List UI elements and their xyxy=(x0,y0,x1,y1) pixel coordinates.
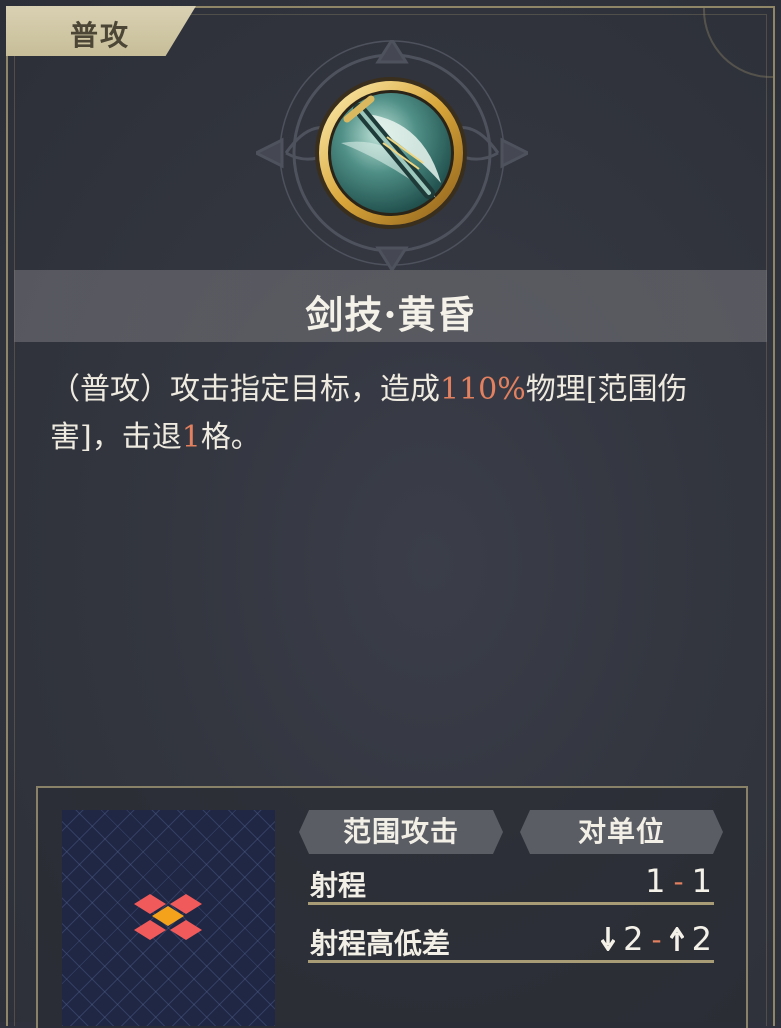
range-min: 1 xyxy=(645,862,666,900)
skill-description: （普攻）攻击指定目标，造成110%物理[范围伤害]，击退1格。 xyxy=(50,366,730,462)
skill-detail-panel: 普攻 剑技·黄昏 （普攻）攻击指定目标，造成110%物理[范围伤害]，击退1格。… xyxy=(0,0,781,1028)
height-diff-value: 2 - 2 xyxy=(601,920,712,958)
skill-type-label: 普攻 xyxy=(70,19,131,52)
height-up-value: 2 xyxy=(691,920,712,958)
height-separator: - xyxy=(651,922,662,956)
sword-slash-icon xyxy=(315,77,467,229)
target-type-chip: 对单位 xyxy=(520,810,723,854)
knockback-value: 1 xyxy=(181,420,201,455)
arrow-up-icon xyxy=(669,927,684,951)
height-down-value: 2 xyxy=(623,920,644,958)
arrow-down-icon xyxy=(601,927,616,951)
desc-part-1: （普攻）攻击指定目标，造成 xyxy=(50,372,440,407)
range-max: 1 xyxy=(691,862,712,900)
range-separator: - xyxy=(673,864,684,898)
desc-part-3: 格。 xyxy=(200,420,261,455)
range-value: 1 - 1 xyxy=(645,862,712,900)
height-diff-row: 射程高低差 2 - 2 xyxy=(308,920,714,963)
attack-range-shape-icon xyxy=(134,894,202,940)
area-attack-chip: 范围攻击 xyxy=(299,810,503,854)
height-diff-label: 射程高低差 xyxy=(310,927,451,960)
damage-percent: 110% xyxy=(440,372,526,407)
range-label: 射程 xyxy=(310,869,367,902)
skill-name: 剑技·黄昏 xyxy=(305,292,476,337)
skill-name-band: 剑技·黄昏 xyxy=(14,270,767,342)
range-row: 射程 1 - 1 xyxy=(308,862,714,905)
